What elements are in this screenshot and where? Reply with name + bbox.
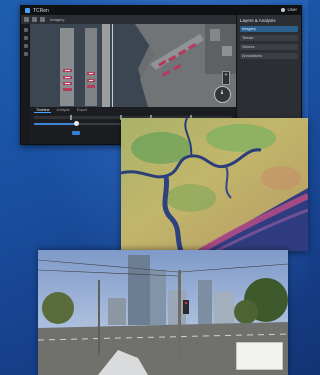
tab-analysis[interactable]: Analysis (54, 108, 71, 113)
panel-item-terrain[interactable]: Terrain (240, 35, 298, 41)
aerial-imagery (30, 24, 236, 107)
timeline-marker[interactable] (70, 115, 72, 120)
settings-icon[interactable] (23, 52, 28, 56)
satellite-false-color-image (121, 118, 308, 251)
playback-progress (34, 123, 76, 125)
timeline-tabs: Timeline Analysis Export (34, 108, 89, 113)
tab-timeline[interactable]: Timeline (34, 108, 52, 113)
left-tool-rail (21, 24, 30, 144)
select-tool-icon[interactable] (23, 28, 28, 32)
street-level-panorama (38, 250, 288, 375)
app-title: TCRen (33, 7, 49, 14)
panel-item-vectors[interactable]: Vectors (240, 44, 298, 50)
play-button[interactable] (72, 131, 80, 135)
user-menu[interactable]: User (281, 7, 297, 12)
measure-icon[interactable] (40, 17, 45, 22)
user-avatar-icon (281, 7, 286, 12)
home-icon[interactable] (24, 17, 29, 22)
street-minimap[interactable] (236, 342, 283, 370)
user-label: User (287, 7, 297, 12)
tab-export[interactable]: Export (75, 108, 89, 113)
harbor-aerial-map[interactable]: + (30, 24, 236, 107)
satellite-imagery (121, 118, 308, 251)
layer-icon[interactable] (32, 17, 37, 22)
title-bar: TCRen User (21, 6, 301, 15)
search-icon[interactable] (23, 44, 28, 48)
app-logo-icon (25, 8, 30, 13)
compass-icon[interactable] (214, 86, 231, 103)
map-toolbar: Imagery (21, 15, 239, 24)
compass-needle (221, 89, 223, 94)
panel-item-imagery[interactable]: Imagery (240, 26, 298, 32)
playback-scrubber[interactable] (74, 121, 79, 126)
draw-tool-icon[interactable] (23, 36, 28, 40)
panel-title: Layers & Analysis (240, 18, 276, 23)
zoom-icon[interactable]: + (222, 71, 230, 85)
toolbar-label: Imagery (50, 17, 65, 22)
panel-item-annotations[interactable]: Annotations (240, 53, 298, 59)
